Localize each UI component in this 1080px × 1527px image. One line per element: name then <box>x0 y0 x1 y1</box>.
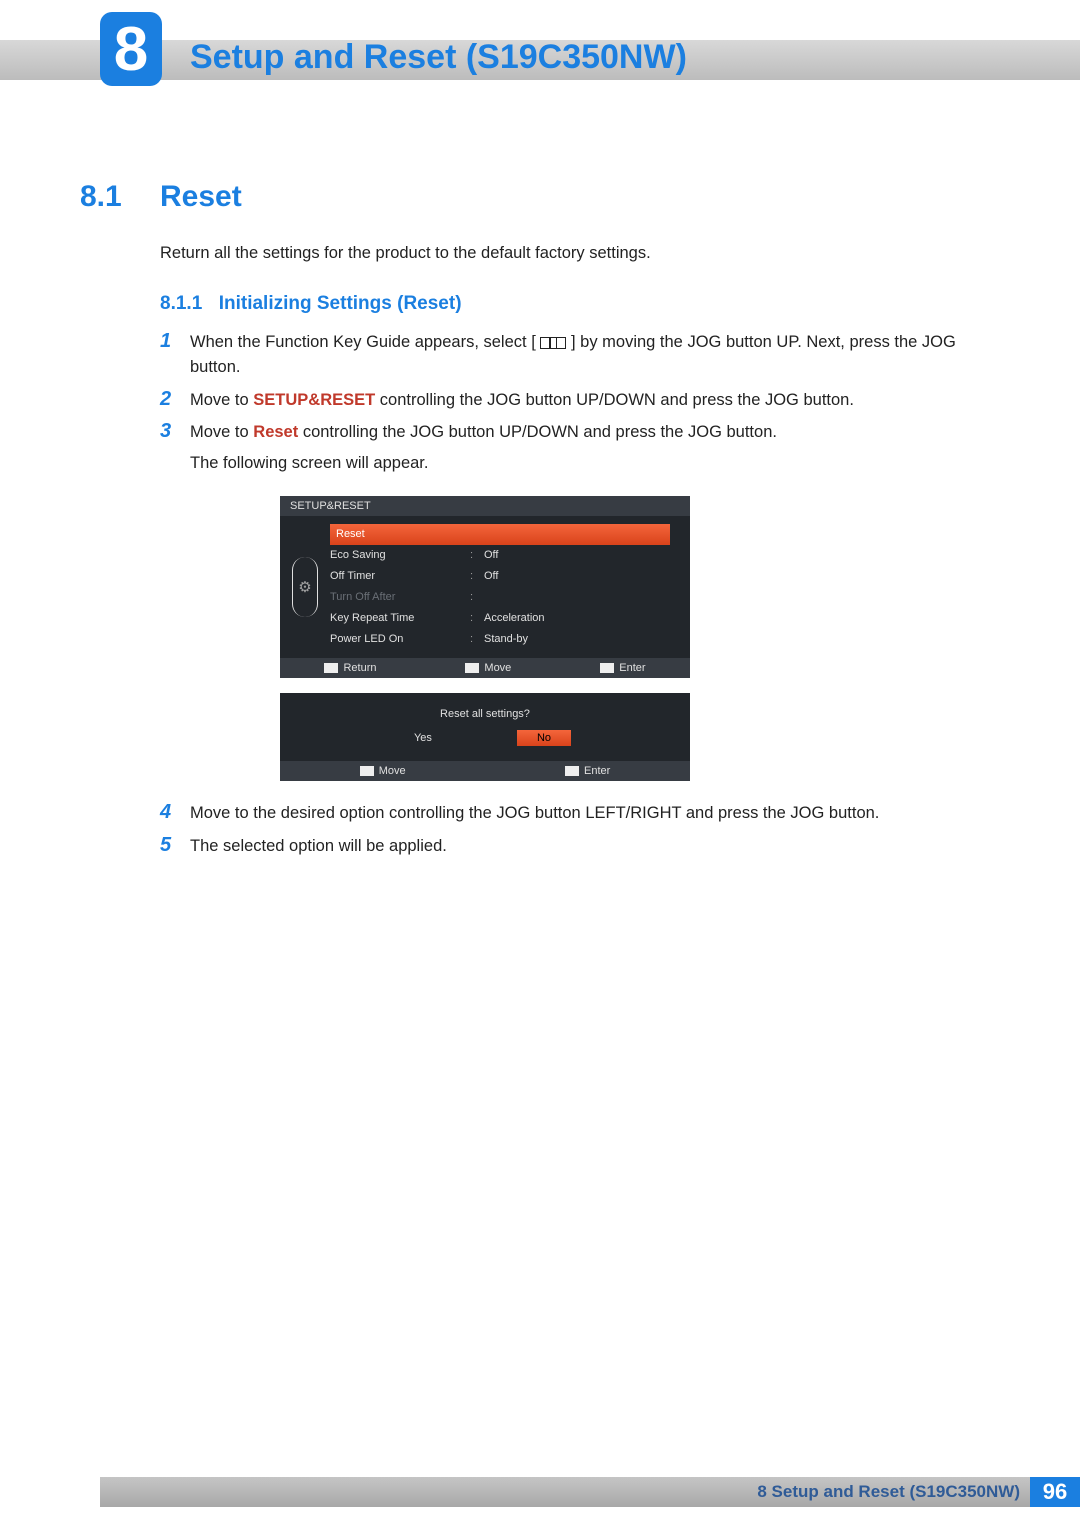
move-icon <box>465 663 479 673</box>
osd-item-value: Off <box>484 549 498 561</box>
step-2-text: Move to SETUP&RESET controlling the JOG … <box>190 388 854 413</box>
hint-move-label: Move <box>484 662 511 674</box>
enter-icon <box>600 663 614 673</box>
step-3-follow: The following screen will appear. <box>190 451 777 476</box>
subsection-title: Initializing Settings (Reset) <box>219 293 462 314</box>
confirm-yes[interactable]: Yes <box>399 730 447 746</box>
step-number: 5 <box>160 834 190 857</box>
osd-colon: : <box>470 591 484 603</box>
step-3-b: controlling the JOG button UP/DOWN and p… <box>298 423 777 441</box>
osd-item-label: Key Repeat Time <box>330 612 470 624</box>
osd-colon: : <box>470 633 484 645</box>
step-1-text: When the Function Key Guide appears, sel… <box>190 330 1000 380</box>
osd-item-value: Acceleration <box>484 612 545 624</box>
step-3-bold: Reset <box>253 423 298 441</box>
chapter-badge: 8 <box>100 12 162 86</box>
step-number: 4 <box>160 801 190 824</box>
step-5-text: The selected option will be applied. <box>190 834 447 859</box>
confirm-question: Reset all settings? <box>280 693 690 730</box>
hint-move: Move <box>465 662 511 674</box>
osd-item-value: Stand-by <box>484 633 528 645</box>
footer-bar: 8 Setup and Reset (S19C350NW) 96 <box>100 1477 1080 1507</box>
osd-header: SETUP&RESET <box>280 496 690 516</box>
osd-item-label: Power LED On <box>330 633 470 645</box>
enter-icon <box>565 766 579 776</box>
hint-enter-label: Enter <box>619 662 645 674</box>
page-number: 96 <box>1030 1477 1080 1507</box>
osd-item-label: Turn Off After <box>330 591 470 603</box>
hint-enter: Enter <box>600 662 645 674</box>
osd-item-label: Off Timer <box>330 570 470 582</box>
step-3-a: Move to <box>190 423 253 441</box>
step-number: 2 <box>160 388 190 411</box>
osd-confirm: Reset all settings? Yes No Move Enter <box>280 693 690 781</box>
osd-item-label: Eco Saving <box>330 549 470 561</box>
osd-item-label: Reset <box>330 528 460 540</box>
section-number: 8.1 <box>80 180 160 214</box>
intro-text: Return all the settings for the product … <box>160 244 1000 263</box>
step-4-text: Move to the desired option controlling t… <box>190 801 879 826</box>
step-2-b: controlling the JOG button UP/DOWN and p… <box>375 391 854 409</box>
step-number: 1 <box>160 330 190 353</box>
osd-colon: : <box>470 570 484 582</box>
osd-scroll-indicator <box>292 557 318 617</box>
osd-menu-item[interactable]: Reset <box>330 524 670 545</box>
hint-move-label-2: Move <box>379 765 406 777</box>
osd-menu-item[interactable]: Eco Saving:Off <box>330 545 670 566</box>
chapter-number: 8 <box>114 14 148 85</box>
hint-return-label: Return <box>343 662 376 674</box>
step-3-text: Move to Reset controlling the JOG button… <box>190 420 777 476</box>
move-icon <box>360 766 374 776</box>
hint-move-2: Move <box>360 765 406 777</box>
osd-menu-item[interactable]: Turn Off After: <box>330 587 670 608</box>
hint-enter-2: Enter <box>565 765 610 777</box>
osd-menu-item[interactable]: Power LED On:Stand-by <box>330 629 670 650</box>
section-title: Reset <box>160 180 242 214</box>
osd-item-value: Off <box>484 570 498 582</box>
hint-enter-label-2: Enter <box>584 765 610 777</box>
osd-main: SETUP&RESET ⚙ ResetEco Saving:OffOff Tim… <box>280 496 690 678</box>
chapter-title: Setup and Reset (S19C350NW) <box>190 38 687 77</box>
osd-menu-item[interactable]: Key Repeat Time:Acceleration <box>330 608 670 629</box>
step-1-a: When the Function Key Guide appears, sel… <box>190 333 531 351</box>
step-2-bold: SETUP&RESET <box>253 391 375 409</box>
confirm-no[interactable]: No <box>517 730 571 746</box>
hint-return: Return <box>324 662 376 674</box>
step-number: 3 <box>160 420 190 443</box>
return-icon <box>324 663 338 673</box>
subsection-number: 8.1.1 <box>160 293 202 314</box>
footer-label: 8 Setup and Reset (S19C350NW) <box>757 1482 1020 1502</box>
menu-icon <box>540 337 566 349</box>
osd-colon: : <box>470 549 484 561</box>
step-2-a: Move to <box>190 391 253 409</box>
osd-menu-item[interactable]: Off Timer:Off <box>330 566 670 587</box>
osd-colon: : <box>470 612 484 624</box>
